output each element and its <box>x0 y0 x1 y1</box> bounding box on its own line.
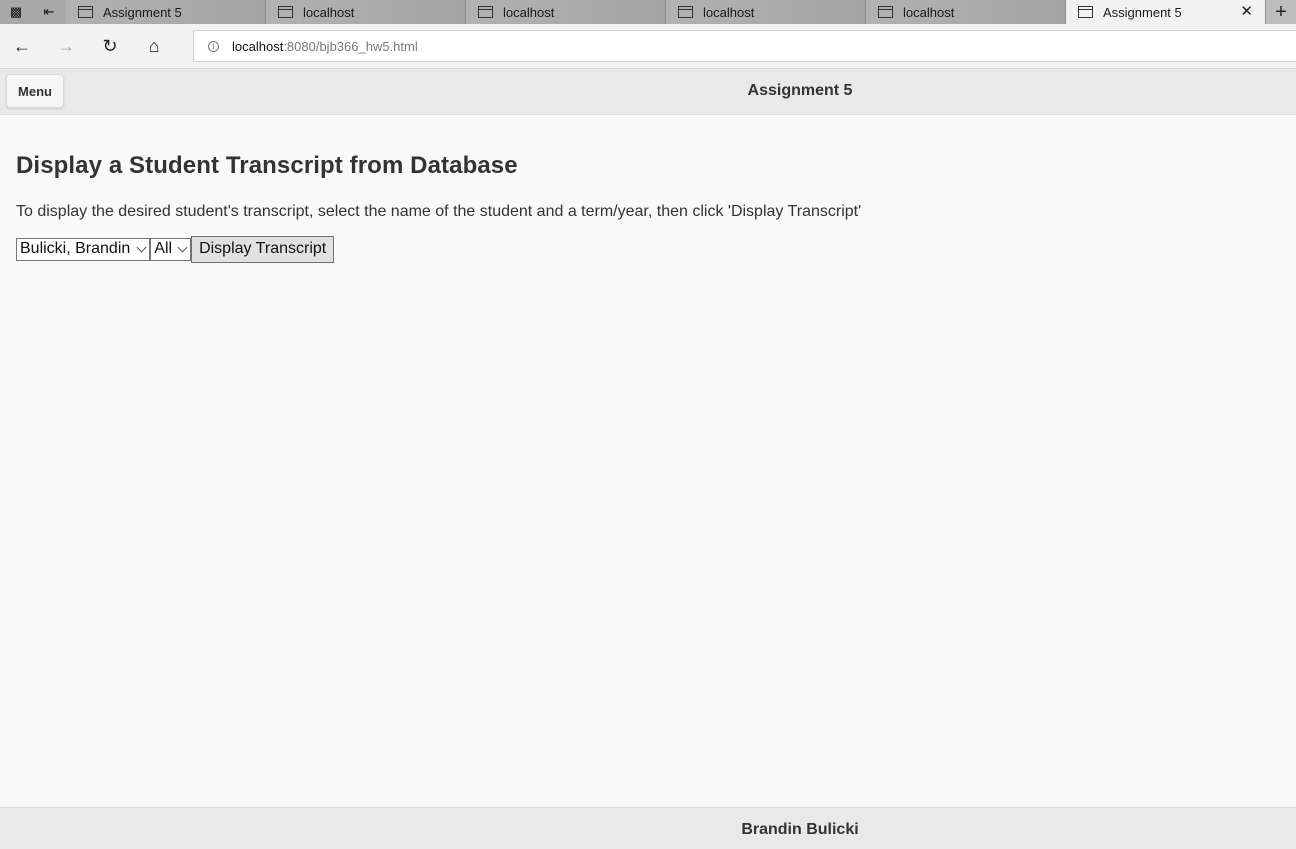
page-footer: Brandin Bulicki <box>0 807 1296 849</box>
url-host: localhost <box>232 38 284 54</box>
browser-tab-4[interactable]: localhost <box>666 0 866 24</box>
page-icon <box>678 6 693 18</box>
page-icon <box>878 6 893 18</box>
forward-icon[interactable]: → <box>54 34 78 58</box>
chevron-down-icon <box>136 242 147 252</box>
term-select-value: All <box>154 240 173 257</box>
footer-author: Brandin Bulicki <box>741 821 859 838</box>
browser-tab-5[interactable]: localhost <box>866 0 1066 24</box>
browser-tab-1[interactable]: Assignment 5 <box>66 0 266 24</box>
student-select-value: Bulicki, Brandin <box>20 240 131 257</box>
display-transcript-button[interactable]: Display Transcript <box>191 235 335 263</box>
tab-title: Assignment 5 <box>1103 4 1182 20</box>
tab-title: localhost <box>703 4 755 20</box>
browser-tab-active[interactable]: Assignment 5 ✕ <box>1066 0 1266 24</box>
main-content: Display a Student Transcript from Databa… <box>16 115 1276 263</box>
refresh-icon[interactable]: ↻ <box>98 34 122 58</box>
page-icon <box>478 6 493 18</box>
instructions-text: To display the desired student's transcr… <box>16 203 862 220</box>
close-tab-icon[interactable]: ✕ <box>1240 2 1253 20</box>
content-heading: Display a Student Transcript from Databa… <box>16 152 518 179</box>
address-bar[interactable]: i localhost:8080/bjb366_hw5.html <box>193 30 1296 62</box>
page-icon <box>278 6 293 18</box>
tab-title: Assignment 5 <box>103 4 182 20</box>
transcript-form: Bulicki, Brandin All Display Transcript <box>16 235 1276 263</box>
tab-title: localhost <box>903 4 955 20</box>
new-tab-icon[interactable]: + <box>1266 0 1296 24</box>
url-path: :8080/bjb366_hw5.html <box>283 38 418 54</box>
page-icon <box>78 6 93 18</box>
home-icon[interactable]: ⌂ <box>142 34 166 58</box>
page-icon <box>1078 6 1093 18</box>
browser-tab-3[interactable]: localhost <box>466 0 666 24</box>
back-icon[interactable]: ← <box>10 34 34 58</box>
page-title: Assignment 5 <box>747 82 853 99</box>
set-aside-tabs-icon[interactable]: ⇤ <box>32 0 66 24</box>
browser-tab-2[interactable]: localhost <box>266 0 466 24</box>
tab-title: localhost <box>303 4 355 20</box>
student-select[interactable]: Bulicki, Brandin <box>16 237 151 261</box>
tab-preview-icon[interactable]: ▩ <box>0 0 32 24</box>
chevron-down-icon <box>177 242 188 252</box>
info-icon[interactable]: i <box>208 40 219 52</box>
tab-title: localhost <box>503 4 555 20</box>
browser-tab-strip: ▩ ⇤ Assignment 5 localhost localhost loc… <box>0 0 1296 24</box>
term-select[interactable]: All <box>150 237 192 261</box>
browser-navigation-bar: ← → ↻ ⌂ i localhost:8080/bjb366_hw5.html <box>0 24 1296 69</box>
page-header: Menu Assignment 5 <box>0 69 1296 115</box>
